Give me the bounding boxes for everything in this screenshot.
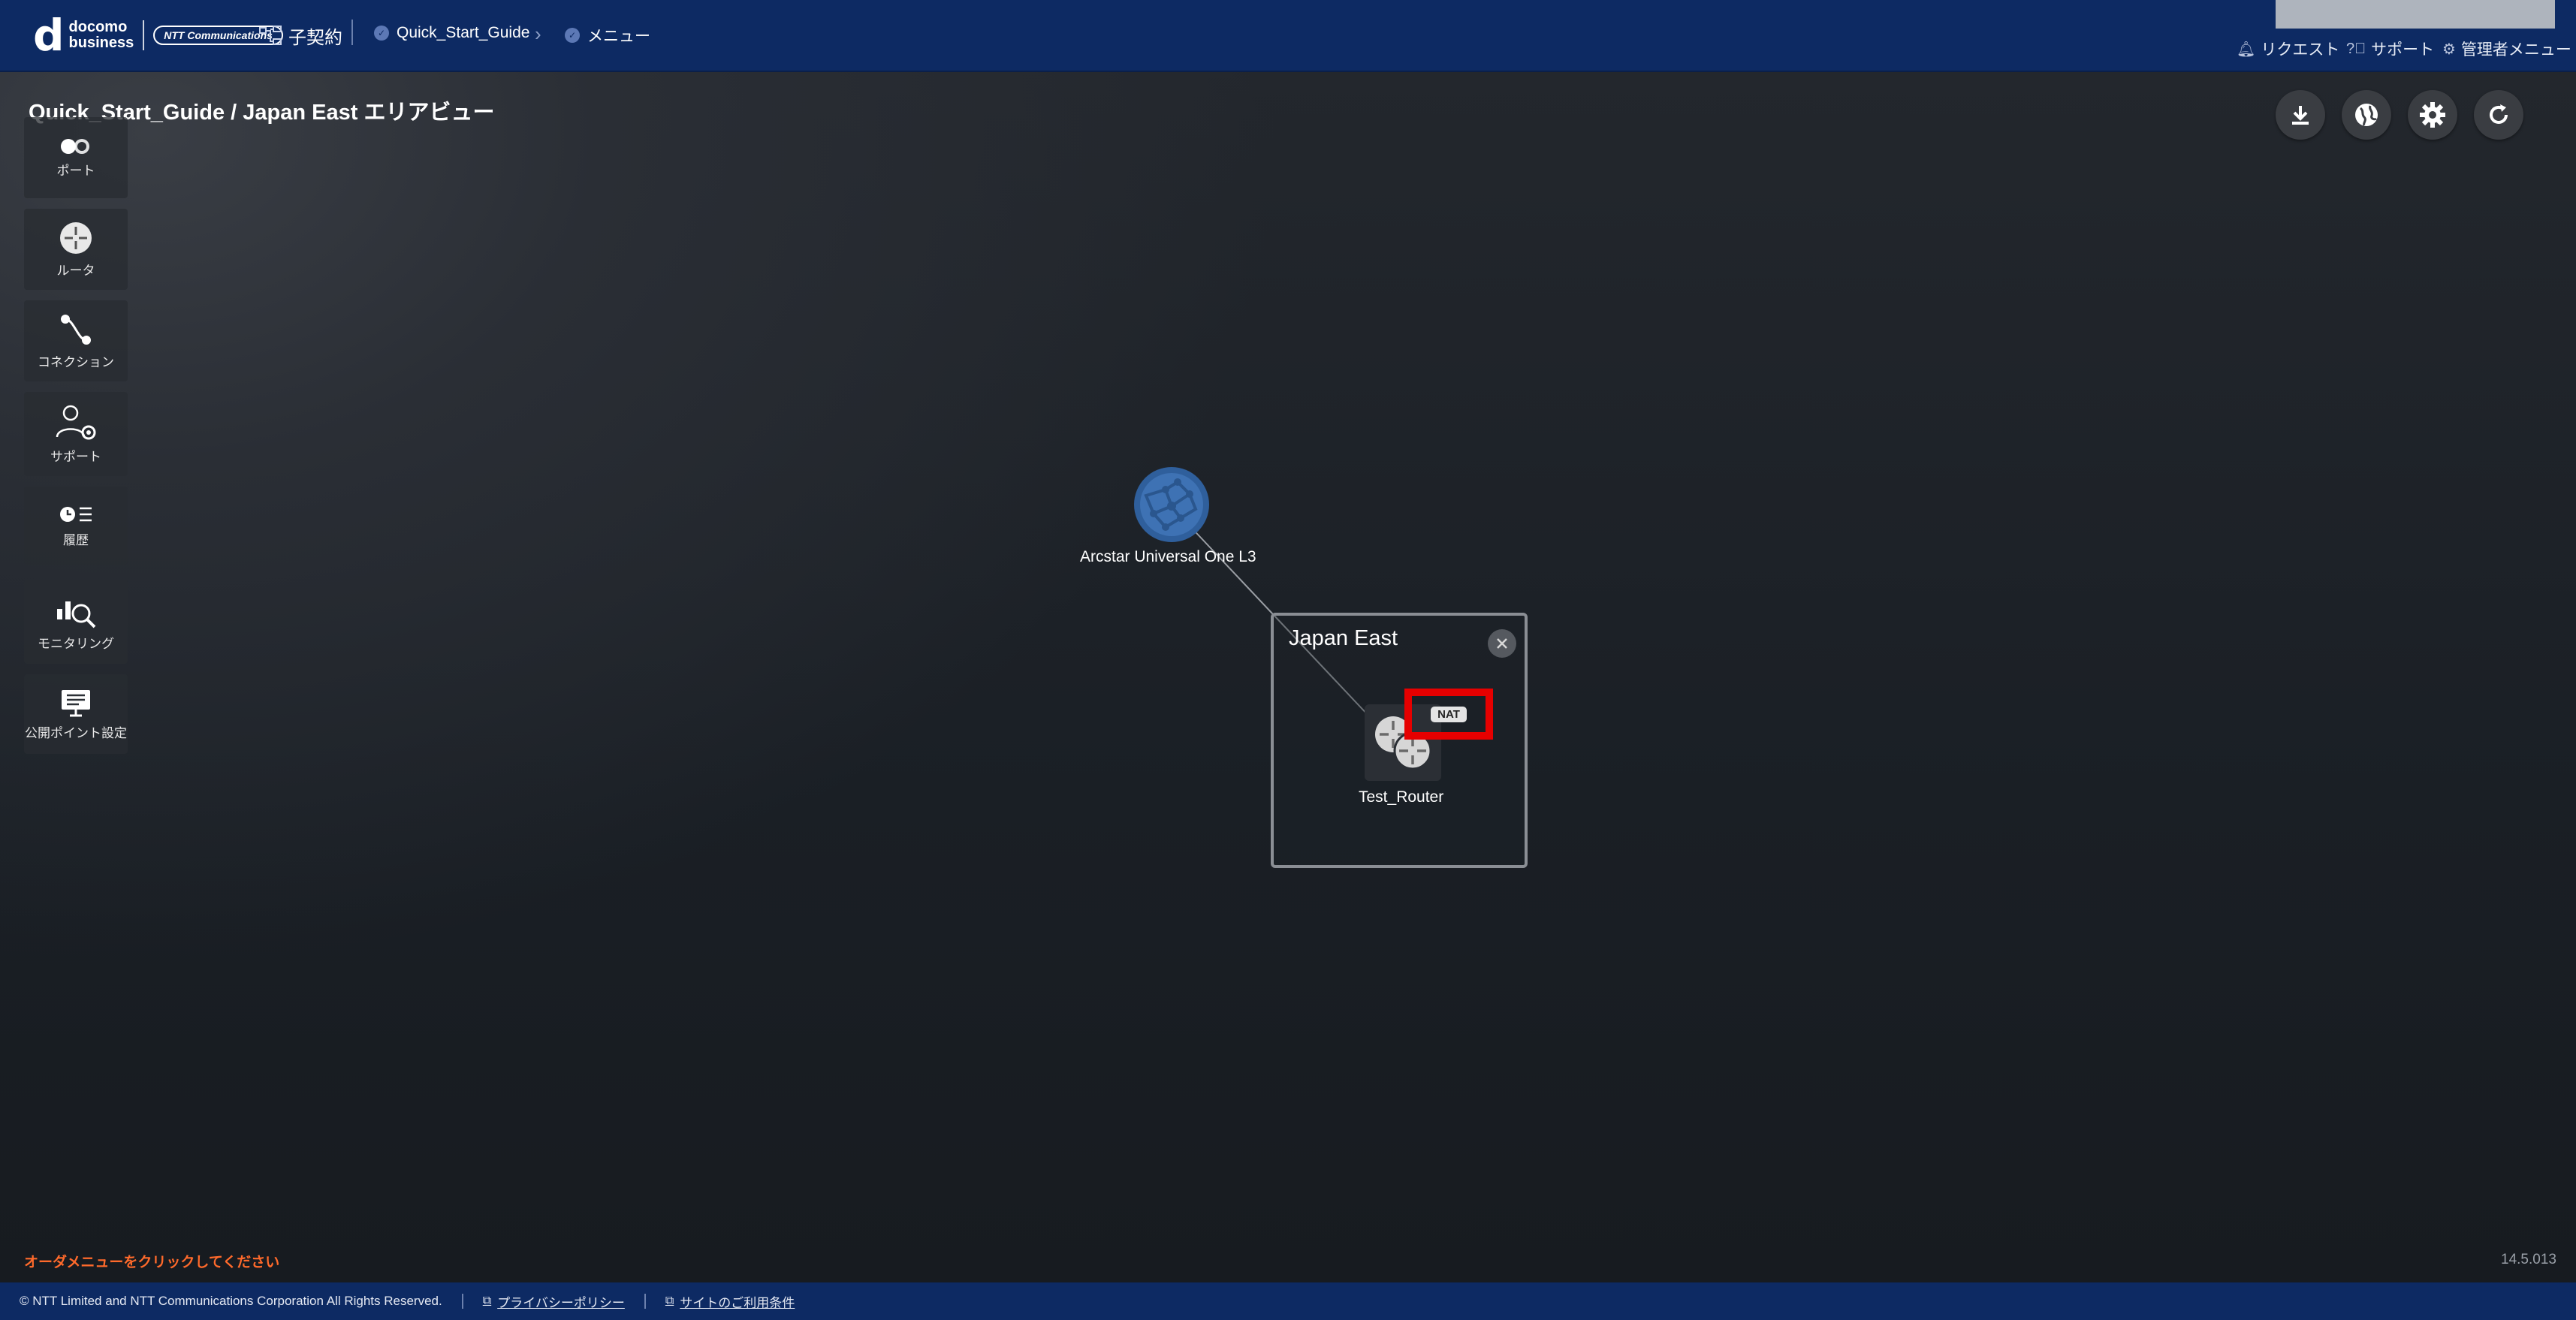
settings-button[interactable] [2408, 90, 2457, 140]
sidebar-item-history[interactable]: 履歴 [24, 487, 128, 565]
top-header: d docomo business NTT Communications 子契約… [0, 0, 2576, 72]
footer-divider [461, 1294, 463, 1309]
gear-icon: ⚙ [2442, 41, 2456, 58]
sidebar-item-label: 公開ポイント設定 [25, 725, 127, 740]
sidebar-item-label: サポート [50, 449, 101, 464]
close-icon [1497, 638, 1507, 649]
network-globe-node[interactable] [1133, 466, 1211, 544]
router-icon [60, 222, 92, 254]
area-box-japan-east[interactable]: Japan East Test_Router [1271, 613, 1528, 868]
refresh-icon [2490, 104, 2508, 124]
sidebar-item-public-point[interactable]: 公開ポイント設定 [24, 674, 128, 754]
footer-divider [644, 1294, 646, 1309]
hierarchy-icon [259, 25, 282, 45]
breadcrumb-menu[interactable]: ✓ メニュー [565, 24, 650, 47]
privacy-policy-label: プライバシーポリシー [497, 1295, 625, 1310]
brand-letter: d [33, 10, 65, 61]
globe-button[interactable] [2342, 90, 2391, 140]
breadcrumb-label: Quick_Start_Guide [397, 24, 530, 41]
terms-of-use-label: サイトのご利用条件 [680, 1295, 795, 1310]
brand-divider [143, 20, 145, 50]
request-link[interactable]: 🔔︎ リクエスト [2237, 38, 2339, 60]
request-label: リクエスト [2261, 41, 2340, 59]
terms-of-use-link[interactable]: ⧉ サイトのご利用条件 [665, 1292, 795, 1311]
external-link-icon: ⧉ [482, 1294, 492, 1307]
connection-icon [61, 314, 91, 345]
network-node-label: Arcstar Universal One L3 [1080, 548, 1256, 565]
download-button[interactable] [2276, 90, 2325, 140]
sidebar-item-connection[interactable]: コネクション [24, 300, 128, 381]
copyright: © NTT Limited and NTT Communications Cor… [20, 1294, 442, 1308]
port-icon [61, 138, 89, 154]
check-circle-icon: ✓ [565, 28, 580, 43]
public-point-icon [62, 689, 90, 716]
area-close-button[interactable] [1488, 629, 1516, 658]
sidebar-item-port[interactable]: ポート [24, 117, 128, 198]
brand-line1: docomo [68, 19, 128, 35]
download-icon [2292, 106, 2309, 125]
footer: © NTT Limited and NTT Communications Cor… [0, 1282, 2576, 1320]
docomo-business-logo[interactable]: d docomo business NTT Communications [33, 14, 283, 57]
topology-canvas[interactable]: Quick_Start_Guide / Japan East エリアビュー ポー… [0, 72, 2576, 1282]
privacy-policy-link[interactable]: ⧉ プライバシーポリシー [483, 1292, 625, 1311]
sidebar-item-label: ポート [56, 163, 95, 178]
sidebar-item-monitoring[interactable]: モニタリング [24, 580, 128, 664]
globe-icon [2355, 104, 2378, 126]
nat-highlight-frame[interactable]: NAT [1404, 689, 1493, 740]
admin-menu-label: 管理者メニュー [2460, 41, 2571, 59]
sidebar-item-support[interactable]: サポート [24, 392, 128, 476]
monitoring-icon [57, 601, 96, 628]
child-contract-label: 子契約 [288, 28, 342, 48]
settings-gear-icon [2420, 102, 2445, 128]
user-info-area[interactable] [2276, 0, 2555, 29]
child-contract-link[interactable]: 子契約 [258, 23, 342, 49]
bell-icon: 🔔︎ [2237, 41, 2256, 58]
support-label: サポート [2371, 41, 2435, 59]
external-link-icon: ⧉ [665, 1294, 674, 1307]
brand-line2: business [68, 35, 134, 51]
refresh-button[interactable] [2474, 90, 2523, 140]
sidebar-item-router[interactable]: ルータ [24, 209, 128, 290]
area-title: Japan East [1289, 626, 1398, 650]
check-circle-icon: ✓ [374, 26, 389, 41]
breadcrumb-label: メニュー [587, 28, 650, 45]
support-user-icon [56, 405, 96, 439]
help-circle-icon: ?⃝ [2346, 40, 2366, 57]
nav-divider [351, 20, 353, 45]
order-menu-hint: オーダメニューをクリックしてください [24, 1255, 280, 1270]
router-label: Test_Router [1359, 788, 1444, 806]
sidebar-item-label: ルータ [56, 263, 95, 278]
sidebar-item-label: モニタリング [38, 636, 114, 651]
chevron-right-icon: › [535, 23, 541, 45]
admin-menu-link[interactable]: ⚙ 管理者メニュー [2442, 38, 2571, 60]
history-icon [60, 506, 92, 522]
breadcrumb-quick-start[interactable]: ✓ Quick_Start_Guide [374, 24, 529, 42]
version-number: 14.5.013 [2501, 1252, 2556, 1267]
nat-badge[interactable]: NAT [1431, 706, 1467, 722]
sidebar-item-label: 履歴 [63, 532, 89, 547]
support-link[interactable]: ?⃝ サポート [2346, 38, 2434, 60]
sidebar-item-label: コネクション [38, 354, 114, 369]
